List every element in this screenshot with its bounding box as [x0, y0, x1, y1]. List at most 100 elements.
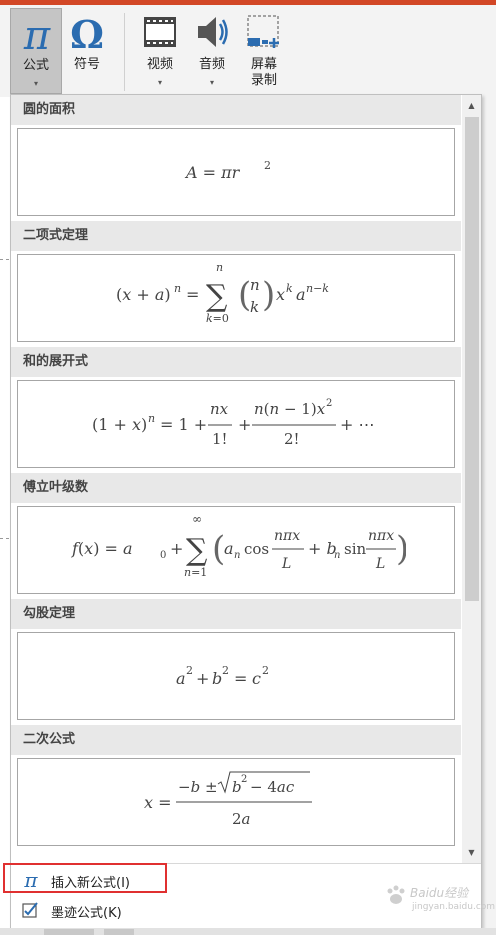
equation-item-quadratic[interactable]: x = −b ± b 2 − 4ac 2a	[17, 758, 455, 846]
equation-formula: x = −b ± b 2 − 4ac 2a	[144, 771, 312, 828]
svg-text:n=1: n=1	[184, 566, 207, 579]
equation-item-pythagorean[interactable]: a 2 + b 2 = c 2	[17, 632, 455, 720]
svg-text:(x + a): (x + a)	[116, 285, 171, 304]
svg-text:n: n	[250, 276, 260, 294]
svg-text:∑: ∑	[186, 533, 208, 568]
svg-text:n: n	[148, 412, 155, 425]
svg-text:+ ⋯: + ⋯	[340, 415, 375, 434]
svg-text:− 4ac: − 4ac	[250, 778, 295, 796]
video-button[interactable]: 视频 ▾	[136, 8, 184, 94]
scrollbar-thumb[interactable]	[465, 117, 479, 601]
equation-item-circle-area[interactable]: A = πr 2	[17, 128, 455, 216]
svg-text:∞: ∞	[192, 512, 202, 526]
omega-icon: Ω	[70, 12, 104, 54]
svg-text:1!: 1!	[212, 430, 228, 448]
svg-text:2: 2	[262, 664, 269, 677]
equation-label: 公式	[22, 58, 49, 73]
film-icon	[144, 17, 176, 47]
category-header-fourier: 傅立叶级数	[11, 473, 461, 503]
svg-text:2!: 2!	[284, 430, 300, 448]
video-label: 视频	[146, 57, 173, 72]
svg-text:n: n	[216, 261, 223, 274]
svg-text:f(x) = a: f(x) = a	[71, 539, 133, 558]
svg-text:2a: 2a	[232, 810, 251, 828]
equation-formula: (x + a) n = n ∑ k=0 ( n k ) x k a n−k	[116, 261, 329, 325]
svg-text:∑: ∑	[206, 279, 228, 314]
svg-text:L: L	[375, 556, 385, 572]
category-header-circle-area: 圆的面积	[11, 95, 461, 125]
ribbon-insert-group: π 公式 ▾ Ω 符号 视频 ▾ 音频 ▾ 屏幕 录制	[0, 5, 496, 97]
category-header-binomial: 二项式定理	[11, 221, 461, 251]
screen-record-label: 屏幕 录制	[250, 57, 277, 88]
svg-text:cos: cos	[244, 540, 269, 558]
svg-text:b: b	[212, 669, 222, 688]
category-header-pythagorean: 勾股定理	[11, 599, 461, 629]
svg-text:n: n	[234, 550, 240, 561]
svg-text:+: +	[170, 539, 183, 558]
highlight-box	[3, 863, 167, 893]
equation-item-expansion[interactable]: (1 + x) n = 1 + nx 1! + n(n − 1)x 2 2! +…	[17, 380, 455, 468]
svg-text:+: +	[238, 415, 251, 434]
svg-text:k: k	[250, 298, 259, 316]
symbol-label: 符号	[73, 57, 100, 72]
ribbon-separator	[124, 13, 125, 91]
svg-text:n: n	[334, 550, 340, 561]
svg-text:2: 2	[264, 159, 271, 172]
svg-text:): )	[262, 275, 275, 315]
equation-gallery-dropdown: 圆的面积 A = πr 2 二项式定理 (x + a) n = n ∑ k=0 …	[3, 94, 482, 928]
equation-formula: a 2 + b 2 = c 2	[176, 664, 269, 688]
equation-item-fourier[interactable]: f(x) = a 0 + ∞ ∑ n=1 ( a n cos nπx L + b…	[17, 506, 455, 594]
svg-text:=: =	[186, 285, 199, 304]
equation-gallery-list: 圆的面积 A = πr 2 二项式定理 (x + a) n = n ∑ k=0 …	[11, 95, 461, 863]
equation-button[interactable]: π 公式 ▾	[10, 8, 62, 94]
svg-text:2: 2	[222, 664, 229, 677]
ink-equation-icon	[22, 902, 38, 918]
chevron-down-icon: ▾	[33, 79, 38, 88]
status-bar-view-button[interactable]	[44, 929, 94, 935]
svg-text:k=0: k=0	[206, 312, 229, 325]
svg-text:k: k	[286, 282, 293, 295]
svg-text:n−k: n−k	[306, 282, 329, 295]
category-header-quadratic: 二次公式	[11, 725, 461, 755]
watermark: Baidu经验 jingyan.baidu.com	[384, 880, 495, 920]
ink-equation-label: 墨迹公式(K)	[51, 906, 122, 921]
equation-formula: f(x) = a 0 + ∞ ∑ n=1 ( a n cos nπx L + b…	[71, 512, 406, 579]
chevron-down-icon: ▾	[157, 78, 162, 87]
svg-text:= 1 +: = 1 +	[160, 415, 207, 434]
scroll-down-icon[interactable]: ▼	[463, 844, 480, 861]
svg-text:x =: x =	[144, 793, 172, 812]
symbol-button[interactable]: Ω 符号	[64, 8, 110, 94]
status-bar-view-button[interactable]	[104, 929, 134, 935]
category-header-expansion: 和的展开式	[11, 347, 461, 377]
svg-text:a: a	[176, 669, 186, 688]
slide-placeholder-border	[0, 259, 9, 260]
scroll-up-icon[interactable]: ▲	[463, 97, 480, 114]
ink-equation-button[interactable]: 墨迹公式(K)	[15, 898, 315, 924]
equation-item-binomial[interactable]: (x + a) n = n ∑ k=0 ( n k ) x k a n−k	[17, 254, 455, 342]
svg-text:n: n	[174, 282, 181, 295]
paw-logo-icon	[387, 885, 405, 904]
svg-text:): )	[396, 529, 406, 569]
svg-text:2: 2	[241, 774, 247, 785]
pi-icon: π	[23, 13, 51, 55]
svg-text:a: a	[296, 285, 306, 304]
svg-text:L: L	[281, 556, 291, 572]
screen-record-button[interactable]: 屏幕 录制	[240, 8, 288, 94]
svg-text:0: 0	[160, 550, 166, 561]
svg-text:sin: sin	[344, 540, 366, 558]
svg-text:(1 + x): (1 + x)	[92, 415, 147, 434]
audio-label: 音频	[198, 57, 225, 72]
gallery-scrollbar[interactable]: ▲ ▼	[462, 95, 481, 863]
svg-text:2: 2	[326, 398, 332, 409]
chevron-down-icon: ▾	[209, 78, 214, 87]
svg-text:+ b: + b	[308, 539, 337, 558]
svg-text:Ω: Ω	[70, 12, 104, 54]
speaker-icon	[198, 17, 228, 47]
audio-button[interactable]: 音频 ▾	[188, 8, 236, 94]
svg-text:+: +	[196, 669, 209, 688]
slide-placeholder-border	[0, 538, 9, 539]
svg-text:=: =	[234, 669, 247, 688]
svg-text:π: π	[23, 13, 51, 55]
svg-text:a: a	[224, 539, 234, 558]
svg-text:n(n − 1)x: n(n − 1)x	[254, 400, 326, 418]
